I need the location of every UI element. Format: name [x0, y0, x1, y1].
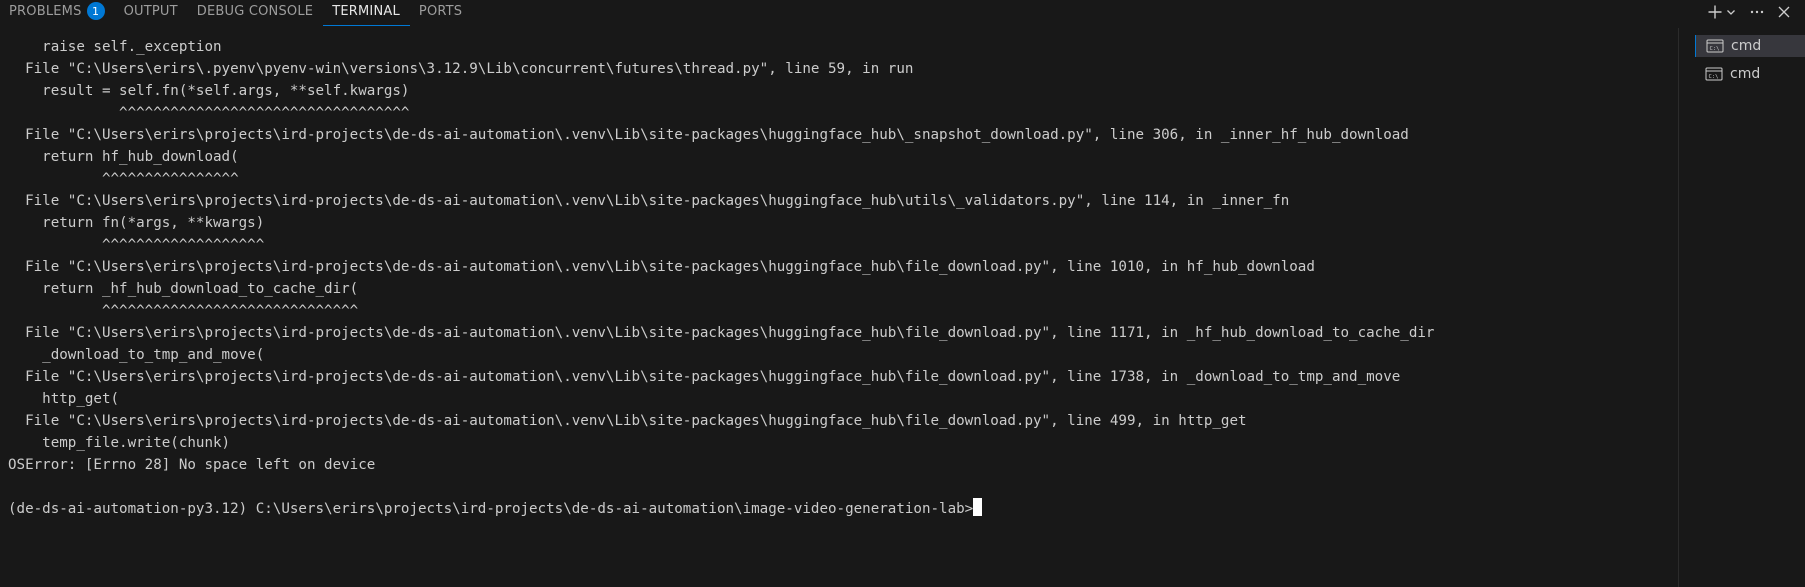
terminal-toolbar — [1707, 0, 1791, 24]
tab-ports-label: PORTS — [418, 4, 463, 19]
tab-debug-console-label: DEBUG CONSOLE — [196, 4, 314, 19]
tab-terminal-label: TERMINAL — [332, 4, 400, 19]
tab-ports[interactable]: PORTS — [410, 0, 472, 25]
terminal-line: return fn(*args, **kwargs) — [8, 215, 265, 231]
terminal-list-label: cmd — [1730, 66, 1761, 82]
problems-count-badge: 1 — [86, 2, 105, 20]
close-icon — [1778, 6, 1790, 18]
terminal-list: C:\ cmd C:\ cmd — [1695, 35, 1805, 85]
terminal-line: return _hf_hub_download_to_cache_dir( — [8, 281, 359, 297]
tab-output[interactable]: OUTPUT — [115, 0, 188, 25]
panel-tab-bar: PROBLEMS 1 OUTPUT DEBUG CONSOLE TERMINAL… — [0, 0, 1805, 26]
terminal-line: temp_file.write(chunk) — [8, 435, 231, 451]
terminal-icon: C:\ — [1705, 67, 1723, 81]
more-actions-button[interactable] — [1749, 4, 1765, 20]
terminal-line: result = self.fn(*self.args, **self.kwar… — [8, 83, 410, 99]
terminal-list-label: cmd — [1731, 38, 1762, 54]
terminal-line: http_get( — [8, 391, 120, 407]
terminal-cursor — [973, 498, 983, 516]
chevron-down-icon[interactable] — [1725, 6, 1737, 18]
prompt-text: (de-ds-ai-automation-py3.12) C:\Users\er… — [8, 501, 974, 517]
tab-debug-console[interactable]: DEBUG CONSOLE — [188, 0, 323, 25]
terminal-panel: PROBLEMS 1 OUTPUT DEBUG CONSOLE TERMINAL… — [0, 0, 1805, 587]
terminal-line: File "C:\Users\erirs\projects\ird-projec… — [8, 325, 1435, 341]
tab-problems-label: PROBLEMS — [9, 4, 82, 19]
new-terminal-button[interactable] — [1707, 4, 1737, 20]
terminal-line: ^^^^^^^^^^^^^^^^^^^^^^^^^^^^^^ — [8, 303, 359, 319]
terminal-line: File "C:\Users\erirs\projects\ird-projec… — [8, 413, 1247, 429]
terminal-icon: C:\ — [1706, 39, 1724, 53]
svg-text:C:\: C:\ — [1710, 46, 1720, 52]
error-line: OSError: [Errno 28] No space left on dev… — [8, 457, 376, 473]
terminal-line: ^^^^^^^^^^^^^^^^^^^^^^^^^^^^^^^^^^ — [8, 105, 410, 121]
terminal-line: return hf_hub_download( — [8, 149, 239, 165]
tab-problems[interactable]: PROBLEMS 1 — [0, 0, 115, 25]
terminal-line: File "C:\Users\erirs\projects\ird-projec… — [8, 127, 1409, 143]
terminal-line: File "C:\Users\erirs\.pyenv\pyenv-win\ve… — [8, 61, 914, 77]
terminal-line: File "C:\Users\erirs\projects\ird-projec… — [8, 193, 1290, 209]
terminal-line: ^^^^^^^^^^^^^^^^ — [8, 171, 239, 187]
prompt-line[interactable]: (de-ds-ai-automation-py3.12) C:\Users\er… — [0, 498, 1678, 520]
ellipsis-icon — [1750, 10, 1764, 14]
terminal-line: ^^^^^^^^^^^^^^^^^^^ — [8, 237, 265, 253]
tab-output-label: OUTPUT — [123, 4, 178, 19]
terminal-line: _download_to_tmp_and_move( — [8, 347, 265, 363]
terminal-list-item-cmd-2[interactable]: C:\ cmd — [1695, 63, 1805, 85]
svg-text:C:\: C:\ — [1709, 74, 1719, 80]
terminal-line: File "C:\Users\erirs\projects\ird-projec… — [8, 369, 1401, 385]
plus-icon — [1708, 5, 1722, 19]
terminal-line: File "C:\Users\erirs\projects\ird-projec… — [8, 259, 1315, 275]
terminal-list-item-cmd-1[interactable]: C:\ cmd — [1695, 35, 1805, 57]
terminal-line: raise self._exception — [8, 39, 222, 55]
close-panel-button[interactable] — [1777, 5, 1791, 19]
panel-divider[interactable] — [1678, 28, 1679, 587]
tab-terminal[interactable]: TERMINAL — [323, 0, 410, 26]
terminal-output[interactable]: raise self._exception File "C:\Users\eri… — [0, 36, 1678, 587]
